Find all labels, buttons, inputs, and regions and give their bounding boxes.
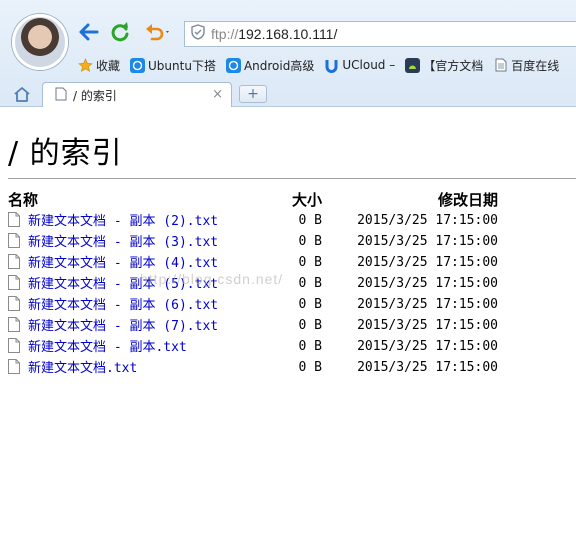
bookmark-ubuntu[interactable]: Ubuntu下搭: [130, 57, 216, 74]
table-row: 新建文本文档 - 副本 (2).txt 0 B 2015/3/25 17:15:00: [8, 210, 498, 231]
page-icon: [55, 86, 67, 105]
browser-chrome: ftp://192.168.10.111/ 收藏 Ubuntu下搭 Androi…: [0, 0, 576, 107]
table-row: 新建文本文档 - 副本.txt 0 B 2015/3/25 17:15:00: [8, 336, 498, 357]
table-row: 新建文本文档 - 副本 (3).txt 0 B 2015/3/25 17:15:00: [8, 231, 498, 252]
address-url: ftp://192.168.10.111/: [211, 26, 337, 42]
file-icon: [8, 296, 20, 315]
file-size-cell: 0 B: [298, 339, 322, 354]
undo-close-tab-button[interactable]: [143, 23, 173, 45]
table-row: 新建文本文档.txt 0 B 2015/3/25 17:15:00: [8, 357, 498, 378]
file-listing-table: 名称 大小 修改日期 新建文本文档 - 副本 (2).txt 0 B 2015/3/…: [8, 189, 498, 378]
user-avatar[interactable]: [12, 14, 68, 70]
file-name-cell: 新建文本文档 - 副本 (6).txt: [8, 294, 270, 315]
ucloud-icon: [324, 58, 339, 73]
back-arrow-icon: [79, 23, 99, 45]
bookmark-label: Android高级: [243, 58, 315, 73]
file-name-cell: 新建文本文档 - 副本 (3).txt: [8, 231, 270, 252]
file-link[interactable]: 新建文本文档 - 副本.txt: [28, 340, 187, 355]
file-name-cell: 新建文本文档 - 副本 (4).txt: [8, 252, 270, 273]
bookmark-favorites[interactable]: 收藏: [78, 57, 120, 74]
bookmark-label: 【官方文档: [423, 58, 484, 73]
file-icon: [8, 359, 20, 378]
tab-index[interactable]: / 的索引 ×: [42, 82, 232, 107]
cube-icon: [130, 57, 146, 73]
file-size-cell: 0 B: [298, 360, 322, 375]
cube-icon: [225, 57, 241, 73]
bookmarks-bar: 收藏 Ubuntu下搭 Android高级 UCloud – 【官方文档 百度在…: [78, 55, 569, 75]
bookmark-label: UCloud –: [342, 58, 396, 72]
refresh-icon: [109, 21, 131, 47]
file-size-cell: 0 B: [298, 276, 322, 291]
address-scheme: ftp://: [211, 26, 239, 42]
tab-close-icon[interactable]: ×: [212, 87, 223, 102]
table-header-row: 名称 大小 修改日期: [8, 189, 498, 210]
divider: [8, 178, 576, 179]
file-icon: [8, 338, 20, 357]
file-link[interactable]: 新建文本文档 - 副本 (5).txt: [28, 277, 218, 292]
table-row: 新建文本文档 - 副本 (5).txt 0 B 2015/3/25 17:15:00: [8, 273, 498, 294]
tab-strip: / 的索引 × +: [0, 82, 576, 107]
bookmark-android[interactable]: Android高级: [225, 57, 315, 74]
android-icon: [405, 57, 421, 73]
file-name-cell: 新建文本文档 - 副本 (5).txt: [8, 273, 270, 294]
star-icon: [78, 57, 93, 73]
file-link[interactable]: 新建文本文档 - 副本 (2).txt: [28, 214, 218, 229]
undo-arrow-icon: [144, 23, 172, 45]
bookmark-label: 收藏: [96, 58, 121, 73]
file-date-cell: 2015/3/25 17:15:00: [357, 234, 498, 249]
shield-icon: [191, 24, 205, 44]
file-link[interactable]: 新建文本文档 - 副本 (6).txt: [28, 298, 218, 313]
refresh-button[interactable]: [109, 21, 131, 47]
file-date-cell: 2015/3/25 17:15:00: [357, 318, 498, 333]
file-link[interactable]: 新建文本文档 - 副本 (3).txt: [28, 235, 218, 250]
home-icon: [13, 87, 31, 106]
file-link[interactable]: 新建文本文档.txt: [28, 361, 137, 376]
column-header-name[interactable]: 名称: [8, 189, 270, 210]
page-icon: [493, 58, 508, 73]
table-row: 新建文本文档 - 副本 (7).txt 0 B 2015/3/25 17:15:00: [8, 315, 498, 336]
file-date-cell: 2015/3/25 17:15:00: [357, 360, 498, 375]
file-link[interactable]: 新建文本文档 - 副本 (4).txt: [28, 256, 218, 271]
file-date-cell: 2015/3/25 17:15:00: [357, 339, 498, 354]
file-icon: [8, 233, 20, 252]
file-size-cell: 0 B: [298, 234, 322, 249]
file-name-cell: 新建文本文档 - 副本 (7).txt: [8, 315, 270, 336]
file-name-cell: 新建文本文档 - 副本 (2).txt: [8, 210, 270, 231]
new-tab-button[interactable]: +: [239, 85, 267, 103]
file-size-cell: 0 B: [298, 318, 322, 333]
file-icon: [8, 254, 20, 273]
home-button[interactable]: [13, 86, 31, 106]
column-header-size[interactable]: 大小: [270, 189, 328, 210]
bookmark-official-docs[interactable]: 【官方文档: [405, 57, 483, 74]
file-date-cell: 2015/3/25 17:15:00: [357, 255, 498, 270]
table-row: 新建文本文档 - 副本 (4).txt 0 B 2015/3/25 17:15:00: [8, 252, 498, 273]
file-name-cell: 新建文本文档.txt: [8, 357, 270, 378]
bookmark-baidu[interactable]: 百度在线: [493, 57, 559, 74]
file-size-cell: 0 B: [298, 297, 322, 312]
file-date-cell: 2015/3/25 17:15:00: [357, 297, 498, 312]
bookmark-label: Ubuntu下搭: [148, 58, 216, 73]
file-date-cell: 2015/3/25 17:15:00: [357, 213, 498, 228]
file-size-cell: 0 B: [298, 213, 322, 228]
file-icon: [8, 212, 20, 231]
file-link[interactable]: 新建文本文档 - 副本 (7).txt: [28, 319, 218, 334]
page-title: / 的索引: [8, 136, 123, 171]
plus-icon: +: [247, 86, 259, 102]
bookmark-label: 百度在线: [511, 58, 560, 73]
address-host: 192.168.10.111/: [238, 26, 338, 42]
file-size-cell: 0 B: [298, 255, 322, 270]
file-date-cell: 2015/3/25 17:15:00: [357, 276, 498, 291]
back-button[interactable]: [78, 23, 100, 45]
file-name-cell: 新建文本文档 - 副本.txt: [8, 336, 270, 357]
column-header-date[interactable]: 修改日期: [328, 189, 498, 210]
bookmark-ucloud[interactable]: UCloud –: [324, 58, 395, 73]
table-row: 新建文本文档 - 副本 (6).txt 0 B 2015/3/25 17:15:00: [8, 294, 498, 315]
address-bar[interactable]: ftp://192.168.10.111/: [184, 21, 576, 47]
tab-title: / 的索引: [73, 88, 117, 103]
file-icon: [8, 317, 20, 336]
file-icon: [8, 275, 20, 294]
